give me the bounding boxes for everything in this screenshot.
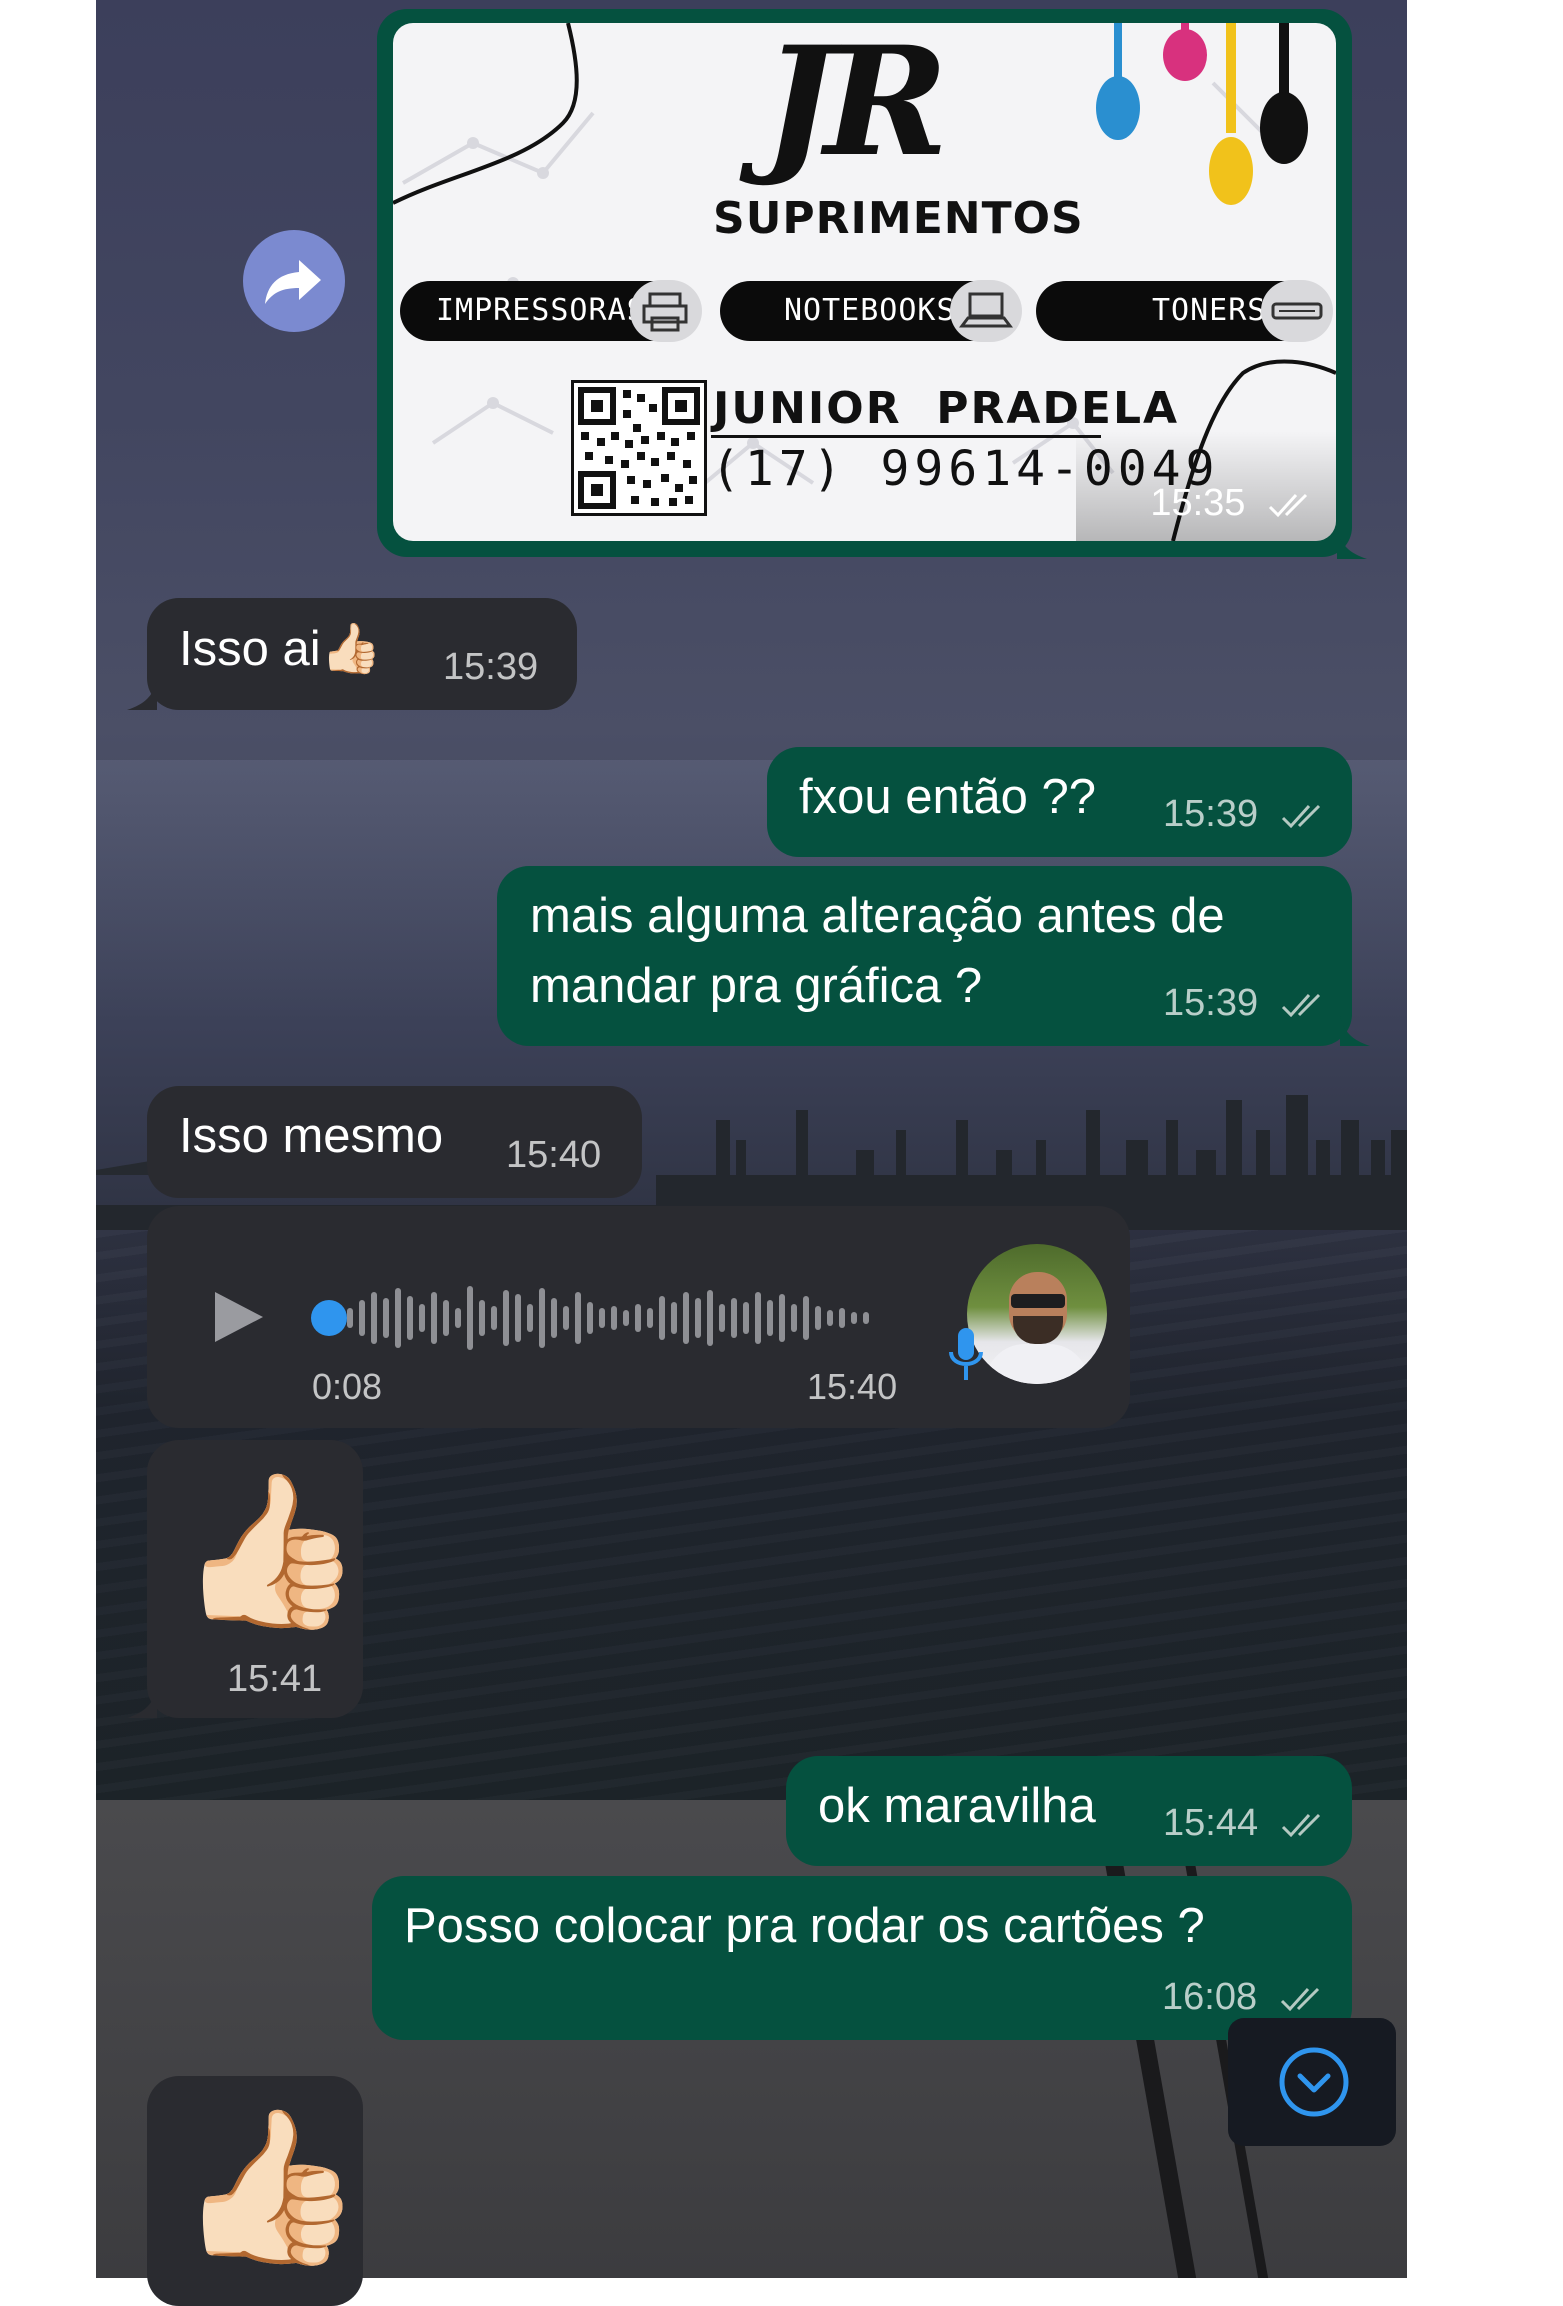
bubble-tail xyxy=(1337,529,1367,559)
incoming-message[interactable]: Isso ai👍🏻 15:39 xyxy=(147,598,577,710)
message-meta: 15:39 xyxy=(1163,793,1327,836)
category-pill-toners: TONERS xyxy=(1036,280,1333,342)
message-time: 15:41 xyxy=(227,1658,323,1700)
laptop-icon xyxy=(950,280,1022,342)
message-time: 15:39 xyxy=(443,646,539,688)
message-time: 15:39 xyxy=(1163,982,1259,1024)
play-icon[interactable] xyxy=(211,1288,267,1346)
chevron-down-icon xyxy=(1279,2047,1349,2117)
double-check-icon xyxy=(1280,1987,1319,2012)
double-check-icon xyxy=(1281,1813,1320,1838)
emoji-message[interactable]: 👍🏻 15:41 xyxy=(147,1440,364,1718)
audio-waveform[interactable] xyxy=(337,1278,897,1358)
message-meta: 15:44 xyxy=(1163,1802,1327,1845)
brand-logo: JR xyxy=(763,23,949,190)
sender-avatar xyxy=(967,1244,1107,1384)
message-meta: 16:08 xyxy=(1162,1976,1326,2019)
category-pill-notebooks: NOTEBOOKS xyxy=(720,280,1022,342)
message-time: 15:44 xyxy=(1163,1802,1259,1844)
scroll-to-bottom-button[interactable] xyxy=(1228,2018,1396,2146)
forward-button[interactable] xyxy=(243,230,345,332)
double-check-icon xyxy=(1281,993,1320,1018)
image-message[interactable]: JR SUPRIMENTOS IMPRESSORAS NOTEBOOKS TON… xyxy=(377,9,1367,559)
message-text-line-2: mandar pra gráfica ? xyxy=(530,959,983,1013)
message-text: fxou então ?? xyxy=(799,770,1096,824)
emoji-message[interactable]: 👍🏻 xyxy=(147,2076,364,2306)
bubble-tail xyxy=(127,1688,157,1718)
toner-icon xyxy=(1261,280,1333,342)
message-time: 16:08 xyxy=(1162,1976,1258,2018)
message-text: Isso ai👍🏻 xyxy=(179,622,382,676)
thumbs-up-emoji: 👍🏻 xyxy=(177,2102,364,2270)
double-check-icon xyxy=(1281,804,1320,829)
message-time: 15:35 xyxy=(1150,482,1314,525)
voice-message[interactable]: 0:08 15:40 xyxy=(147,1206,1130,1428)
voice-duration: 0:08 xyxy=(312,1366,383,1407)
message-text: Isso mesmo xyxy=(179,1109,444,1163)
message-text-line-1: mais alguma alteração antes de xyxy=(530,889,1225,943)
double-check-icon xyxy=(1268,493,1308,518)
outgoing-message[interactable]: ok maravilha 15:44 xyxy=(786,1756,1352,1866)
category-pill-printers: IMPRESSORAS xyxy=(400,280,702,342)
outgoing-message[interactable]: fxou então ?? 15:39 xyxy=(767,747,1352,857)
contact-underline xyxy=(711,435,1101,438)
message-time: 15:40 xyxy=(807,1366,898,1407)
outgoing-message[interactable]: Posso colocar pra rodar os cartões ? 16:… xyxy=(372,1876,1352,2040)
ink-drops-graphic xyxy=(1096,23,1308,205)
message-text: ok maravilha xyxy=(818,1779,1096,1833)
message-time: 15:39 xyxy=(1163,793,1259,835)
contact-name: JUNIOR PRADELA xyxy=(713,383,1180,434)
outgoing-message[interactable]: mais alguma alteração antes de mandar pr… xyxy=(497,866,1352,1046)
business-card-image: JR SUPRIMENTOS IMPRESSORAS NOTEBOOKS TON… xyxy=(393,23,1336,541)
brand-name: SUPRIMENTOS xyxy=(713,193,1084,244)
bubble-tail xyxy=(1340,1016,1370,1046)
thumbs-up-emoji: 👍🏻 xyxy=(177,1466,364,1634)
qr-code xyxy=(571,380,707,516)
forward-icon xyxy=(265,260,321,304)
microphone-icon xyxy=(949,1328,983,1380)
message-text: Posso colocar pra rodar os cartões ? xyxy=(404,1899,1205,1953)
printer-icon xyxy=(630,280,702,342)
message-meta: 15:39 xyxy=(1163,982,1327,1025)
bubble-tail xyxy=(127,680,157,710)
message-time: 15:40 xyxy=(506,1134,602,1176)
incoming-message[interactable]: Isso mesmo 15:40 xyxy=(147,1086,642,1198)
